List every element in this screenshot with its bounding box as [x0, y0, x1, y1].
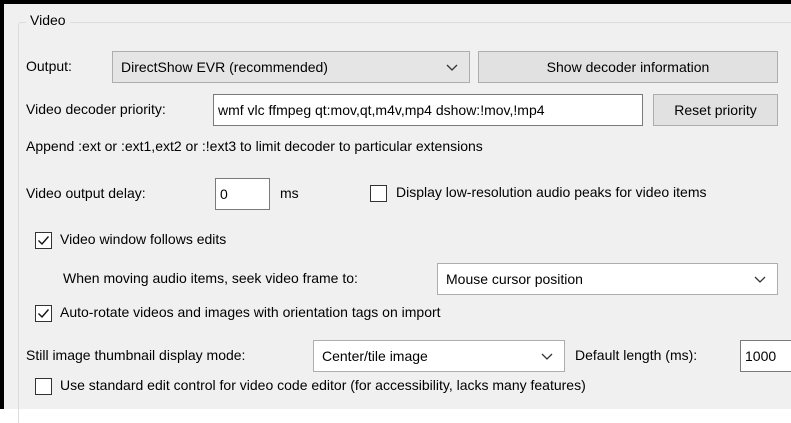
output-delay-unit: ms [280, 185, 299, 201]
auto-rotate-label[interactable]: Auto-rotate videos and images with orien… [60, 304, 441, 320]
chevron-down-icon [446, 64, 458, 71]
output-label: Output: [26, 58, 72, 74]
checkmark-icon [38, 309, 50, 319]
follows-edits-checkbox[interactable] [35, 232, 52, 249]
output-delay-label: Video output delay: [26, 185, 146, 201]
standard-edit-checkbox[interactable] [35, 378, 52, 395]
checkmark-icon [38, 236, 50, 246]
low-res-peaks-label[interactable]: Display low-resolution audio peaks for v… [396, 184, 706, 200]
default-length-label: Default length (ms): [575, 347, 698, 363]
auto-rotate-checkbox[interactable] [35, 305, 52, 322]
output-delay-input[interactable]: 0 [215, 178, 270, 210]
reset-priority-button[interactable]: Reset priority [653, 94, 778, 126]
show-decoder-info-button[interactable]: Show decoder information [478, 51, 778, 83]
seek-label: When moving audio items, seek video fram… [63, 270, 358, 286]
decoder-priority-input[interactable]: wmf vlc ffmpeg qt:mov,qt,m4v,mp4 dshow:!… [213, 94, 643, 126]
video-settings-panel: Video Output: DirectShow EVR (recommende… [4, 4, 791, 423]
thumbnail-selected-value: Center/tile image [322, 348, 428, 364]
thumbnail-mode-dropdown[interactable]: Center/tile image [313, 340, 565, 372]
low-res-peaks-checkbox[interactable] [370, 185, 387, 202]
seek-selected-value: Mouse cursor position [446, 271, 583, 287]
decoder-hint-text: Append :ext or :ext1,ext2 or :!ext3 to l… [26, 138, 483, 154]
output-dropdown[interactable]: DirectShow EVR (recommended) [112, 51, 470, 83]
standard-edit-label[interactable]: Use standard edit control for video code… [60, 377, 586, 393]
follows-edits-label[interactable]: Video window follows edits [60, 231, 226, 247]
chevron-down-icon [754, 276, 766, 283]
seek-dropdown[interactable]: Mouse cursor position [437, 263, 778, 295]
output-selected-value: DirectShow EVR (recommended) [121, 59, 328, 75]
default-length-input[interactable]: 1000 [740, 340, 791, 372]
chevron-down-icon [541, 353, 553, 360]
decoder-priority-label: Video decoder priority: [26, 101, 166, 117]
group-title: Video [26, 12, 70, 28]
thumbnail-mode-label: Still image thumbnail display mode: [26, 347, 246, 363]
